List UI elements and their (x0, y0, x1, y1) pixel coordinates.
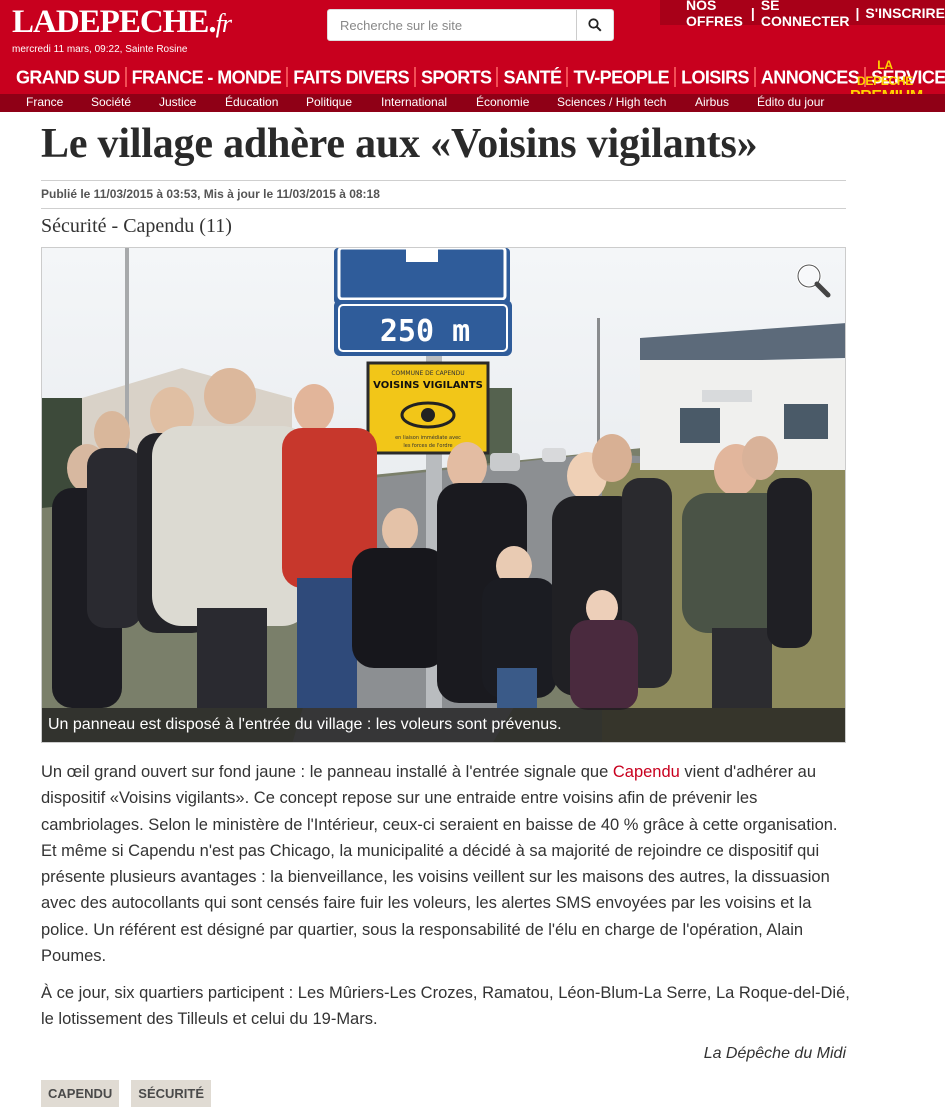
offers-link[interactable]: NOS OFFRES (686, 0, 745, 29)
nav-annonces[interactable]: ANNONCES (761, 66, 860, 88)
link-separator: | (855, 4, 860, 21)
search-input[interactable] (328, 10, 577, 40)
nav-divider (674, 67, 677, 87)
nav-faits-divers[interactable]: FAITS DIVERS (293, 66, 409, 88)
article-title: Le village adhère aux «Voisins vigilants… (41, 121, 758, 167)
article-paragraph-1: Un œil grand ouvert sur fond jaune : le … (41, 759, 851, 969)
subnav-education[interactable]: Éducation (225, 95, 278, 109)
divider (41, 208, 846, 209)
subnav-societe[interactable]: Société (91, 95, 131, 109)
nav-france-monde[interactable]: FRANCE - MONDE (132, 66, 282, 88)
nav-tv-people[interactable]: TV-PEOPLE (573, 66, 669, 88)
sign-distance: 250 m (380, 314, 470, 349)
tag-capendu[interactable]: CAPENDU (41, 1080, 120, 1107)
sub-nav: France Société Justice Éducation Politiq… (0, 94, 945, 112)
site-header: LADEPECHE.fr mercredi 11 mars, 09:22, Sa… (0, 0, 945, 112)
nav-sante[interactable]: SANTÉ (503, 66, 562, 88)
logo-main: LADEPECHE (12, 4, 209, 40)
sign-title: VOISINS VIGILANTS (373, 380, 483, 391)
date-line: mercredi 11 mars, 09:22, Sainte Rosine (12, 44, 188, 55)
site-logo[interactable]: LADEPECHE.fr (12, 4, 232, 42)
nav-divider (496, 67, 499, 87)
login-link[interactable]: SE CONNECTER (761, 0, 850, 29)
main-nav: GRAND SUD FRANCE - MONDE FAITS DIVERS SP… (16, 64, 945, 90)
subnav-international[interactable]: International (381, 95, 447, 109)
subnav-edito[interactable]: Édito du jour (757, 95, 824, 109)
subnav-france[interactable]: France (26, 95, 63, 109)
subnav-economie[interactable]: Économie (476, 95, 529, 109)
publication-info: Publié le 11/03/2015 à 03:53, Mis à jour… (41, 187, 380, 201)
article-paragraph-2: À ce jour, six quartiers participent : L… (41, 984, 850, 1029)
subnav-politique[interactable]: Politique (306, 95, 352, 109)
article-signature: La Dépêche du Midi (703, 1045, 846, 1062)
logo-dot: . (208, 4, 216, 40)
nav-sports[interactable]: SPORTS (421, 66, 492, 88)
sign-subtitle-2: les forces de l'ordre (403, 443, 452, 449)
nav-divider (124, 67, 127, 87)
magnifier-icon (796, 263, 831, 298)
subnav-sciences[interactable]: Sciences / High tech (557, 95, 666, 109)
sign-commune: COMMUNE DE CAPENDU (391, 370, 464, 377)
tag-securite[interactable]: SÉCURITÉ (131, 1080, 212, 1107)
paragraph-text: vient d'adhérer au dispositif «Voisins v… (41, 763, 838, 966)
zoom-button[interactable] (793, 260, 833, 300)
search-button[interactable] (576, 10, 613, 40)
nav-divider (753, 67, 756, 87)
search-icon (588, 18, 602, 32)
premium-label-top: LA DEPECHE (857, 58, 913, 88)
paragraph-text: Un œil grand ouvert sur fond jaune : le … (41, 763, 613, 781)
divider (41, 180, 846, 181)
photo-caption: Un panneau est disposé à l'entrée du vil… (42, 708, 845, 742)
eye-pupil (421, 408, 435, 422)
capendu-link[interactable]: Capendu (613, 763, 680, 781)
link-separator: | (750, 4, 755, 21)
nav-divider (566, 67, 569, 87)
article-rubrique: Sécurité - Capendu (11) (41, 215, 232, 237)
article-photo[interactable]: 250 m COMMUNE DE CAPENDU VOISINS VIGILAN… (41, 247, 846, 743)
nav-loisirs[interactable]: LOISIRS (681, 66, 749, 88)
photo-illustration: 250 m COMMUNE DE CAPENDU VOISINS VIGILAN… (42, 248, 845, 742)
subnav-airbus[interactable]: Airbus (695, 95, 729, 109)
nav-divider (286, 67, 289, 87)
logo-fr: fr (215, 9, 232, 38)
sign-subtitle-1: en liaison immédiate avec (395, 434, 461, 441)
account-links: NOS OFFRES | SE CONNECTER | S'INSCRIRE (660, 0, 945, 29)
subnav-justice[interactable]: Justice (159, 95, 196, 109)
search-box (327, 9, 614, 41)
nav-grand-sud[interactable]: GRAND SUD (16, 66, 120, 88)
article-tags: CAPENDU SÉCURITÉ (41, 1080, 212, 1107)
nav-divider (414, 67, 417, 87)
signup-link[interactable]: S'INSCRIRE (865, 5, 945, 21)
